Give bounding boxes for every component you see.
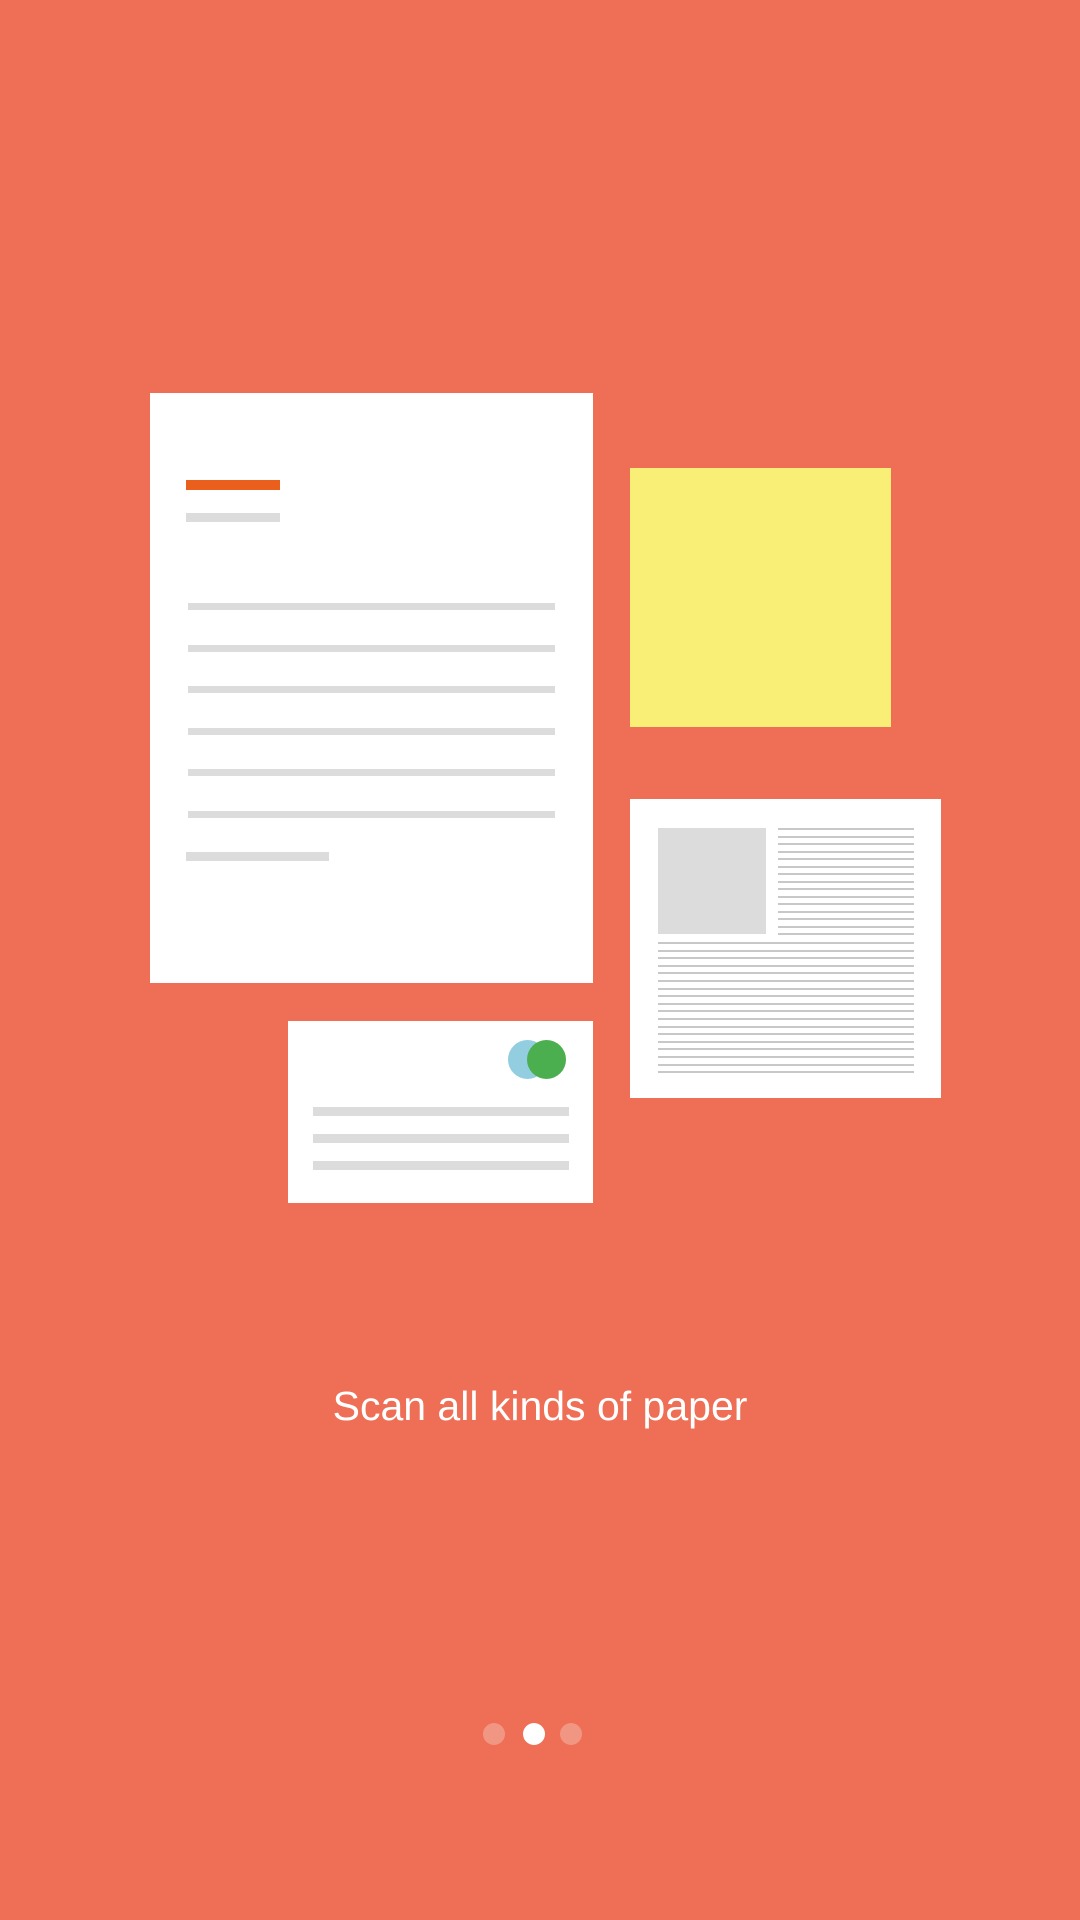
letter-document [150,393,593,983]
article-text-rule [658,1048,914,1051]
article-text-rule [778,910,914,913]
page-dot-1[interactable] [483,1723,505,1745]
article-text-rule [778,895,914,898]
letter-heading-bar [186,480,280,490]
article-text-rule [658,1063,914,1066]
sticky-note [630,468,891,727]
card-text-line [313,1161,569,1170]
letter-text-line [188,603,555,610]
letter-text-line-short [186,852,329,861]
article-text-rule [778,850,914,853]
article-text-rule [658,1002,914,1005]
letter-text-line [188,728,555,735]
article-text-rule [778,828,914,830]
article-text-rule [658,942,914,944]
article-text-rule [778,858,914,860]
article-photo-placeholder [658,828,766,934]
letter-text-line [188,769,555,776]
article-text-rule [778,903,914,905]
letter-text-line [188,645,555,652]
page-dot-2[interactable] [523,1723,545,1745]
business-card [288,1021,593,1203]
article-text-rule [658,1040,914,1043]
article-text-rule [778,843,914,845]
article-text-rule [658,964,914,967]
article-text-rule [658,1018,914,1020]
article-page [630,799,941,1098]
article-text-rule [778,865,914,868]
article-text-rule [658,980,914,982]
article-text-rule [658,957,914,960]
article-text-rule [658,987,914,990]
letter-subheading-bar [186,513,280,522]
article-text-rule [778,933,914,935]
letter-text-line [188,811,555,818]
letter-text-line [188,686,555,693]
scan-illustration [0,0,1080,1300]
article-text-rule [658,972,914,975]
article-text-rule [658,1025,914,1028]
page-dot-3[interactable] [560,1723,582,1745]
article-text-rule [778,835,914,838]
card-text-line [313,1107,569,1116]
article-text-rule [778,918,914,920]
article-text-rule [658,1071,914,1074]
article-text-rule [658,1010,914,1013]
article-text-rule [658,1056,914,1058]
article-text-rule [658,1033,914,1036]
article-text-rule [658,949,914,952]
article-text-rule [778,880,914,883]
article-text-rule [658,995,914,998]
article-text-rule [778,888,914,890]
article-text-rule [778,925,914,928]
onboarding-caption: Scan all kinds of paper [332,1383,748,1429]
article-text-rule [778,873,914,875]
card-logo-circle-green [527,1040,566,1079]
card-text-line [313,1134,569,1143]
